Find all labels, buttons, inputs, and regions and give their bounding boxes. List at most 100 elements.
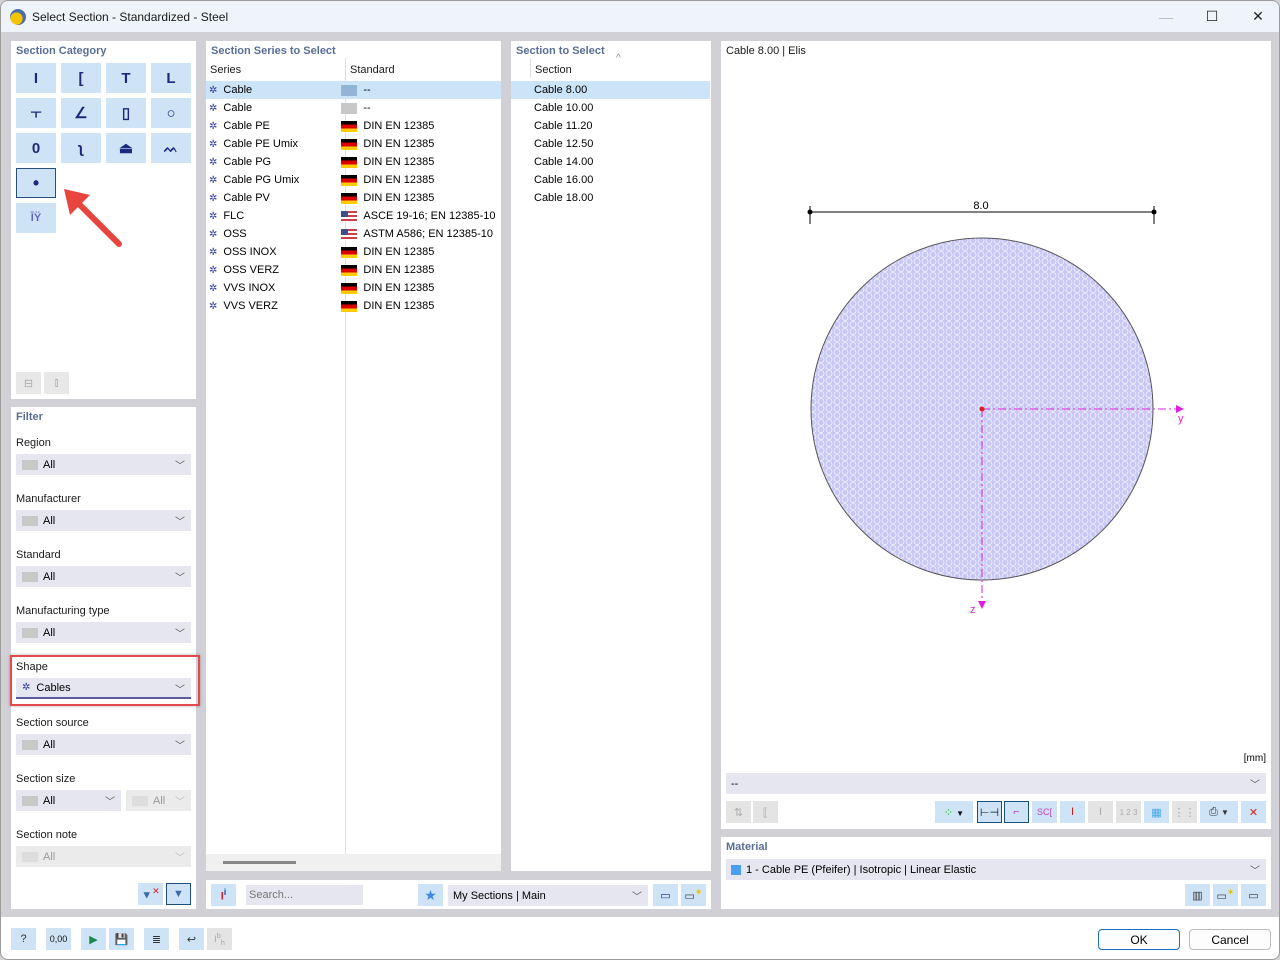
axes-button[interactable]: ⌐ xyxy=(1004,801,1029,823)
section-row[interactable]: Cable 8.00 xyxy=(511,81,710,99)
series-name: Cable PG xyxy=(223,156,272,168)
section-row[interactable]: Cable 16.00 xyxy=(511,171,710,189)
maximize-button[interactable]: ☐ xyxy=(1189,1,1235,32)
apply-filter-button[interactable]: ▼ xyxy=(166,883,191,905)
series-row[interactable]: ✲ VVS VERZ DIN EN 12385 xyxy=(206,297,501,315)
category-cable-button[interactable]: • xyxy=(16,168,56,198)
section-info-button[interactable]: Ii xyxy=(211,884,236,906)
favorites-select[interactable]: My Sections | Main ﹀ xyxy=(448,885,648,906)
section-row[interactable]: Cable 11.20 xyxy=(511,117,710,135)
stress-points-button[interactable]: I xyxy=(1060,801,1085,823)
edit-window-icon: ▭ xyxy=(660,889,671,902)
section-row[interactable]: Cable 14.00 xyxy=(511,153,710,171)
series-row[interactable]: ✲ OSS VERZ DIN EN 12385 xyxy=(206,261,501,279)
scrollbar-thumb[interactable] xyxy=(223,861,296,864)
category-oval-button[interactable]: 0 xyxy=(16,133,56,163)
z-axis-arrow xyxy=(978,601,986,609)
stress-points-icon: I xyxy=(1070,806,1075,818)
category-sheet-pile-button[interactable]: ᨓ xyxy=(151,133,191,163)
reset-view-button[interactable]: ✕ xyxy=(1241,801,1266,823)
section-dimensions-button[interactable]: Ibh xyxy=(207,928,232,950)
standard-column-header[interactable]: Standard xyxy=(350,64,395,76)
list-button[interactable]: ⋮⋮ xyxy=(1172,801,1197,823)
series-row[interactable]: ✲ OSS ASTM A586; EN 12385-10 xyxy=(206,225,501,243)
section-row[interactable]: Cable 18.00 xyxy=(511,189,710,207)
material-select[interactable]: 1 - Cable PE (Pfeifer) | Isotropic | Lin… xyxy=(726,859,1266,880)
rotate-z-button[interactable]: ⫾ xyxy=(44,372,69,394)
numbering-button[interactable]: 1 2 3 xyxy=(1116,801,1141,823)
return-button[interactable]: ↩ xyxy=(179,928,204,950)
new-favorites-button[interactable]: ▭✶ xyxy=(681,884,706,906)
series-column-header[interactable]: Series xyxy=(210,64,241,76)
cable-icon: • xyxy=(32,172,40,193)
section-source-select[interactable]: All ﹀ xyxy=(16,734,191,755)
series-row[interactable]: ✲ Cable -- xyxy=(206,81,501,99)
category-angle-button[interactable]: L xyxy=(151,63,191,93)
section-row[interactable]: Cable 10.00 xyxy=(511,99,710,117)
series-row[interactable]: ✲ Cable -- xyxy=(206,99,501,117)
section-outline-button[interactable]: I xyxy=(1088,801,1113,823)
series-name: Cable xyxy=(223,102,253,114)
close-button[interactable]: ✕ xyxy=(1235,1,1279,32)
category-z-section-button[interactable]: ʅ xyxy=(61,133,101,163)
new-material-button[interactable]: ▭✶ xyxy=(1213,884,1238,906)
manufacturing-type-select[interactable]: All ﹀ xyxy=(16,622,191,643)
category-i-section-button[interactable]: I xyxy=(16,63,56,93)
database-button[interactable]: ≣ xyxy=(144,928,169,950)
category-rect-hollow-button[interactable]: ▯ xyxy=(106,98,146,128)
ok-button[interactable]: OK xyxy=(1098,929,1180,950)
chevron-down-icon: ﹀ xyxy=(1250,866,1260,877)
series-name: Cable PE Umix xyxy=(223,138,298,150)
horizontal-scrollbar[interactable] xyxy=(206,854,501,871)
series-row[interactable]: ✲ VVS INOX DIN EN 12385 xyxy=(206,279,501,297)
mirror-button[interactable]: ⟦ xyxy=(753,801,778,823)
minimize-button[interactable]: — xyxy=(1143,1,1189,32)
series-standard: DIN EN 12385 xyxy=(363,120,435,132)
standard-select[interactable]: All ﹀ xyxy=(16,566,191,587)
section-column-header[interactable]: Section xyxy=(535,64,572,76)
manufacturer-select[interactable]: All ﹀ xyxy=(16,510,191,531)
section-size-select[interactable]: All ﹀ xyxy=(16,790,121,811)
edit-favorites-button[interactable]: ▭ xyxy=(653,884,678,906)
grid-button[interactable]: ▦ xyxy=(1144,801,1169,823)
series-row[interactable]: ✲ OSS INOX DIN EN 12385 xyxy=(206,243,501,261)
cancel-button[interactable]: Cancel xyxy=(1189,929,1271,950)
search-input[interactable] xyxy=(246,885,363,905)
category-channel-button[interactable]: [ xyxy=(61,63,101,93)
load-button[interactable]: ▶ xyxy=(81,928,106,950)
category-composite-button[interactable]: ĪŸ xyxy=(16,203,56,233)
manufacturer-swatch xyxy=(22,515,38,526)
category-double-t-button[interactable]: ㅜ xyxy=(16,98,56,128)
series-row[interactable]: ✲ Cable PV DIN EN 12385 xyxy=(206,189,501,207)
dimensions-button[interactable]: ⊢⊣ xyxy=(977,801,1002,823)
series-row[interactable]: ✲ FLC ASCE 19-16; EN 12385-10 xyxy=(206,207,501,225)
edit-material-button[interactable]: ▭ xyxy=(1241,884,1266,906)
section-size-secondary-select[interactable]: All ﹀ xyxy=(126,790,191,811)
section-note-select[interactable]: All ﹀ xyxy=(16,846,191,867)
section-row[interactable]: Cable 12.50 xyxy=(511,135,710,153)
save-button[interactable]: 💾 xyxy=(109,928,134,950)
add-favorite-button[interactable]: ★ xyxy=(418,884,443,906)
help-button[interactable]: ? xyxy=(11,928,36,950)
shear-center-button[interactable]: SC[ xyxy=(1032,801,1057,823)
rotate-y-button[interactable]: ⊟ xyxy=(16,372,41,394)
category-unequal-angle-button[interactable]: ∠ xyxy=(61,98,101,128)
points-display-button[interactable]: ⁘ ▼ xyxy=(935,801,973,823)
series-standard: DIN EN 12385 xyxy=(363,174,435,186)
print-button[interactable]: ⎙ ▼ xyxy=(1200,801,1238,823)
export-button[interactable]: ⇅ xyxy=(726,801,751,823)
series-row[interactable]: ✲ Cable PG DIN EN 12385 xyxy=(206,153,501,171)
series-row[interactable]: ✲ Cable PE DIN EN 12385 xyxy=(206,117,501,135)
category-rail-button[interactable]: ⏏ xyxy=(106,133,146,163)
cable-star-icon: ✲ xyxy=(209,228,218,240)
material-library-button[interactable]: ▥ xyxy=(1185,884,1210,906)
decimals-button[interactable]: 0,00 xyxy=(46,928,71,950)
series-row[interactable]: ✲ Cable PG Umix DIN EN 12385 xyxy=(206,171,501,189)
preview-options-select[interactable]: -- ﹀ xyxy=(726,773,1266,794)
series-row[interactable]: ✲ Cable PE Umix DIN EN 12385 xyxy=(206,135,501,153)
clear-filter-button[interactable]: ▼✕ xyxy=(138,883,163,905)
category-circle-hollow-button[interactable]: ○ xyxy=(151,98,191,128)
category-t-section-button[interactable]: T xyxy=(106,63,146,93)
section-preview-canvas[interactable]: 8.0 y z xyxy=(721,41,1271,741)
region-select[interactable]: All ﹀ xyxy=(16,454,191,475)
